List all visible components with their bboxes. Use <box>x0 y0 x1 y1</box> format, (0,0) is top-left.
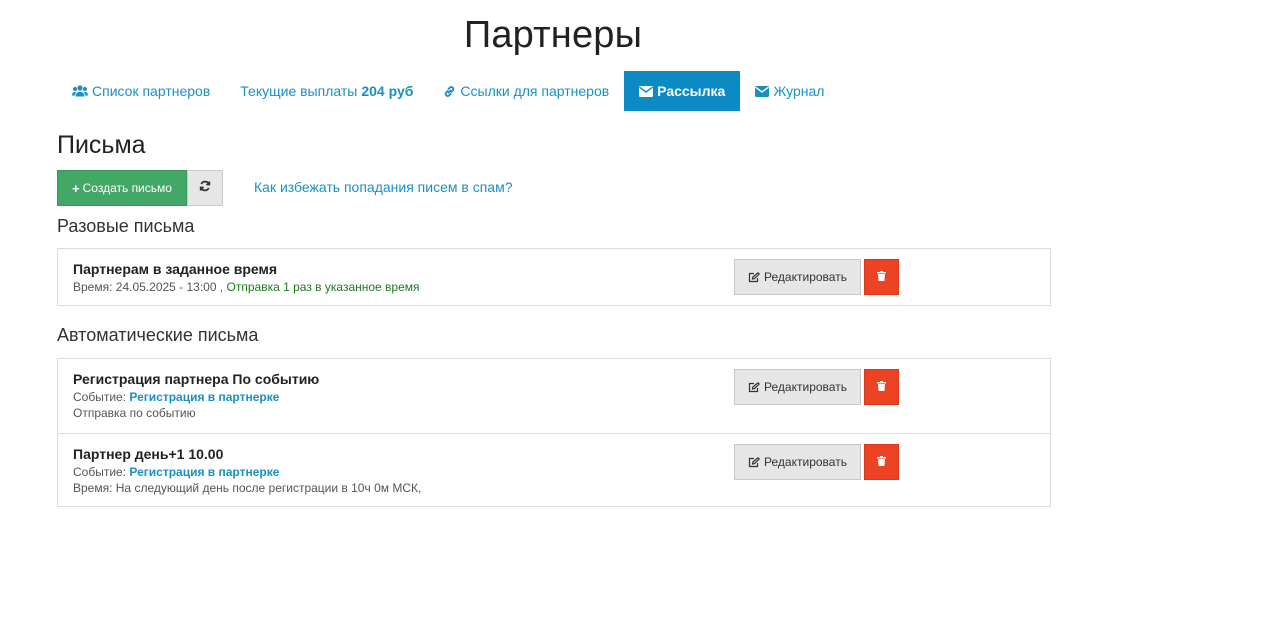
edit-button[interactable]: Редактировать <box>734 369 861 405</box>
list-item: Регистрация партнера По событию Событие:… <box>58 359 1050 433</box>
tab-mailing[interactable]: Рассылка <box>624 71 741 111</box>
plus-icon: + <box>72 180 80 196</box>
tab-label: Рассылка <box>657 83 726 99</box>
edit-icon <box>748 271 761 283</box>
delete-button[interactable] <box>864 444 899 480</box>
letter-title: Регистрация партнера По событию <box>73 371 320 387</box>
trash-icon <box>877 378 886 396</box>
trash-icon <box>877 268 886 286</box>
create-letter-label: Создать письмо <box>82 181 172 195</box>
automatic-letters-heading: Автоматические письма <box>57 325 259 345</box>
tab-label: Ссылки для партнеров <box>460 83 610 99</box>
edit-icon <box>748 381 761 393</box>
one-time-letters-list: Партнерам в заданное время Время: 24.05.… <box>57 248 1051 306</box>
letter-schedule: Время: 24.05.2025 - 13:00 , Отправка 1 р… <box>73 280 420 294</box>
time-value: 24.05.2025 - 13:00 , <box>115 280 224 294</box>
automatic-letters-list: Регистрация партнера По событию Событие:… <box>57 358 1051 507</box>
letter-schedule: Время: На следующий день после регистрац… <box>73 481 422 495</box>
event-link[interactable]: Регистрация в партнерке <box>129 390 279 404</box>
refresh-button[interactable] <box>187 170 223 206</box>
tab-label: Список партнеров <box>92 83 211 99</box>
edit-button[interactable]: Редактировать <box>734 444 861 480</box>
one-time-letters-heading: Разовые письма <box>57 216 195 236</box>
link-icon <box>443 85 456 98</box>
tab-journal[interactable]: Журнал <box>740 71 839 111</box>
list-item: Партнер день+1 10.00 Событие: Регистраци… <box>58 433 1050 506</box>
tab-current-payouts[interactable]: Текущие выплаты 204 руб <box>225 71 428 111</box>
trash-icon <box>877 453 886 471</box>
tab-label: Журнал <box>773 83 825 99</box>
letter-title: Партнер день+1 10.00 <box>73 446 224 462</box>
tab-partners-list[interactable]: Список партнеров <box>57 71 225 111</box>
spam-help-link[interactable]: Как избежать попадания писем в спам? <box>254 179 513 195</box>
tab-label: Текущие выплаты <box>240 83 358 99</box>
letter-event: Событие: Регистрация в партнерке <box>73 465 279 479</box>
delete-button[interactable] <box>864 259 899 295</box>
edit-button[interactable]: Редактировать <box>734 259 861 295</box>
send-status: Отправка 1 раз в указанное время <box>226 280 420 294</box>
letters-heading: Письма <box>57 131 146 159</box>
letter-event: Событие: Регистрация в партнерке <box>73 390 279 404</box>
time-label: Время: <box>73 280 113 294</box>
edit-icon <box>748 456 761 468</box>
list-item: Партнерам в заданное время Время: 24.05.… <box>58 249 1050 306</box>
tabs-nav: Список партнеров Текущие выплаты 204 руб… <box>57 71 839 111</box>
event-label: Событие: <box>73 390 127 404</box>
edit-label: Редактировать <box>764 270 847 284</box>
event-link[interactable]: Регистрация в партнерке <box>129 465 279 479</box>
refresh-icon <box>199 179 211 197</box>
page-title: Партнеры <box>463 14 643 56</box>
tab-partner-links[interactable]: Ссылки для партнеров <box>428 71 624 111</box>
letter-schedule: Отправка по событию <box>73 406 196 420</box>
payout-amount: 204 руб <box>361 83 414 99</box>
letter-title: Партнерам в заданное время <box>73 261 278 277</box>
edit-label: Редактировать <box>764 380 847 394</box>
delete-button[interactable] <box>864 369 899 405</box>
envelope-icon <box>639 85 654 97</box>
envelope-icon <box>755 85 770 97</box>
edit-label: Редактировать <box>764 455 847 469</box>
users-icon <box>72 85 88 97</box>
event-label: Событие: <box>73 465 127 479</box>
create-letter-button[interactable]: + Создать письмо <box>57 170 187 206</box>
